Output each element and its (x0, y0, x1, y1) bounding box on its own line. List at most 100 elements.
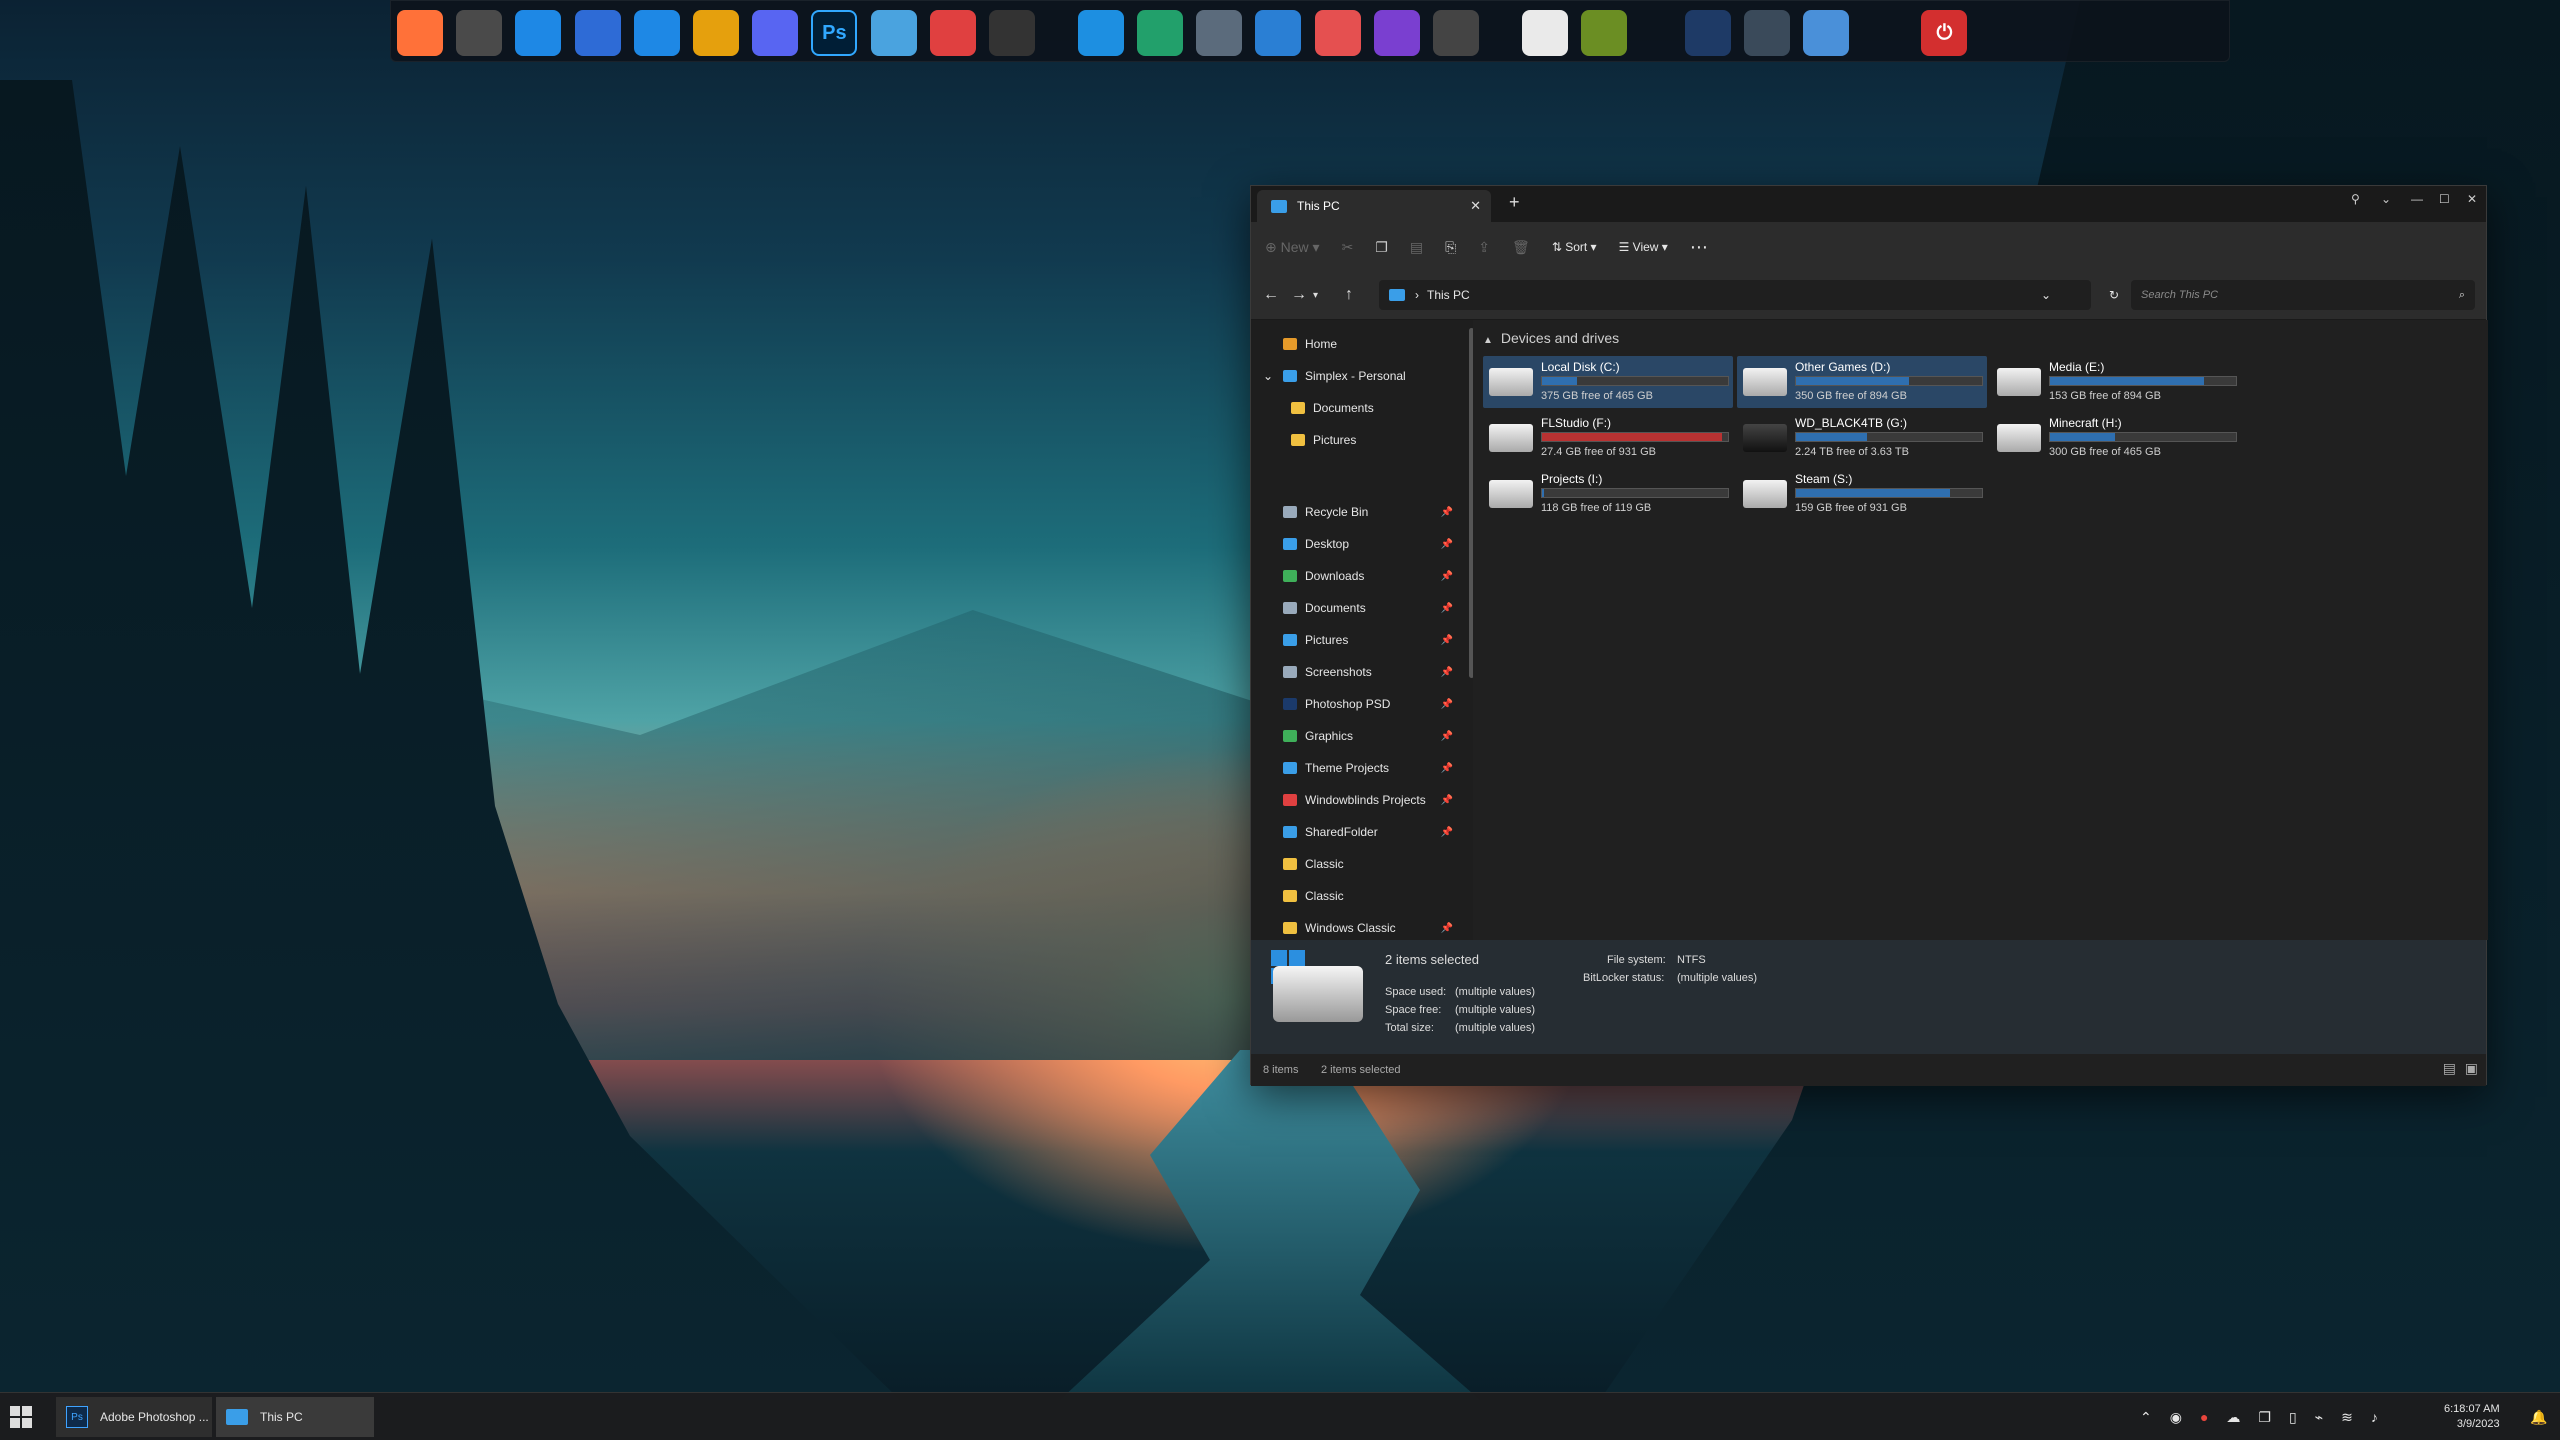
sidebar-item[interactable]: Documents 📌 (1251, 592, 1461, 624)
device-icon[interactable]: ▯ (2289, 1409, 2297, 1426)
photoshop-icon[interactable]: Ps (811, 10, 858, 56)
camera-icon[interactable] (1433, 10, 1479, 56)
search-icon[interactable]: ⌕ (2459, 289, 2465, 302)
onedrive-icon[interactable]: ☁ (2226, 1409, 2240, 1426)
sidebar-item[interactable]: Downloads 📌 (1251, 560, 1461, 592)
cut-icon[interactable]: ✂ (1342, 239, 1354, 256)
sidebar-item[interactable]: SharedFolder 📌 (1251, 816, 1461, 848)
gamebar-icon[interactable] (929, 10, 976, 56)
pin-icon[interactable]: 📌 (1441, 923, 1453, 934)
sublime-icon[interactable] (456, 10, 503, 56)
pin-icon[interactable]: ⚲ (2351, 192, 2360, 206)
pin-icon[interactable]: 📌 (1441, 731, 1453, 742)
firefox-icon[interactable] (397, 10, 443, 56)
pin-icon[interactable]: 📌 (1441, 667, 1453, 678)
chevron-up-icon[interactable]: ⌃ (2140, 1409, 2152, 1426)
power-icon[interactable]: ⏻ (1921, 10, 1968, 56)
pictures-icon[interactable] (1255, 10, 1302, 56)
sidebar-item[interactable]: Classic (1251, 880, 1461, 912)
address-bar[interactable]: › This PC ⌄ ↻ (1379, 280, 2119, 310)
drive-tile[interactable]: Minecraft (H:) 300 GB free of 465 GB (1991, 412, 2241, 464)
paste-icon[interactable]: ▤ (1410, 239, 1423, 256)
maximize-button[interactable]: ☐ (2439, 192, 2450, 206)
drive-tile[interactable]: Local Disk (C:) 375 GB free of 465 GB (1483, 356, 1733, 408)
chrome-tray-icon[interactable]: ● (2200, 1409, 2208, 1425)
recent-dropdown-icon[interactable]: ▾ (1313, 290, 1318, 301)
sidebar-item[interactable]: Windowblinds Projects 📌 (1251, 784, 1461, 816)
drive-tile[interactable]: Projects (I:) 118 GB free of 119 GB (1483, 468, 1733, 520)
usb-icon[interactable]: ⌁ (2315, 1409, 2323, 1426)
settings-icon[interactable] (1743, 10, 1790, 56)
drive-tile[interactable]: Media (E:) 153 GB free of 894 GB (1991, 356, 2241, 408)
tiles-view-icon[interactable]: ▣ (2465, 1060, 2478, 1077)
breadcrumb-this-pc[interactable]: This PC (1427, 288, 1470, 302)
sidebar-item[interactable]: Recycle Bin 📌 (1251, 496, 1461, 528)
new-tab-button[interactable]: + (1509, 192, 1520, 213)
controller-icon[interactable] (989, 10, 1035, 56)
mail-icon[interactable] (633, 10, 680, 56)
sidebar-item[interactable]: Theme Projects 📌 (1251, 752, 1461, 784)
share-icon[interactable]: ⇪ (1478, 239, 1490, 256)
sidebar-item[interactable]: Pictures 📌 (1251, 624, 1461, 656)
drive-icon[interactable] (1521, 10, 1568, 56)
minecraft-icon[interactable] (1581, 10, 1627, 56)
media-player-icon[interactable] (1684, 10, 1731, 56)
copy-icon[interactable]: ❐ (1375, 239, 1388, 256)
headphones-icon[interactable] (515, 10, 562, 56)
discord-icon[interactable] (752, 10, 799, 56)
collapse-icon[interactable]: ▲ (1483, 335, 1493, 346)
sidebar-item[interactable]: Classic (1251, 848, 1461, 880)
sidebar-item[interactable]: Home (1251, 328, 1461, 360)
sidebar-item[interactable]: Pictures (1251, 424, 1461, 456)
pin-icon[interactable]: 📌 (1441, 795, 1453, 806)
discord-tray-icon[interactable]: ◉ (2170, 1409, 2182, 1426)
tab-this-pc[interactable]: This PC ✕ (1257, 190, 1491, 222)
clock[interactable]: 6:18:07 AM 3/9/2023 (2444, 1397, 2500, 1437)
sidebar-item[interactable]: Documents (1251, 392, 1461, 424)
folder-icon[interactable] (1077, 10, 1124, 56)
sidebar-item[interactable]: Windows Classic 📌 (1251, 912, 1461, 940)
details-view-icon[interactable]: ▤ (2443, 1060, 2456, 1077)
address-dropdown-icon[interactable]: ⌄ (2041, 288, 2051, 302)
videos-icon[interactable] (1373, 10, 1420, 56)
taskbar-this-pc[interactable]: This PC (216, 1397, 374, 1437)
pin-icon[interactable]: 📌 (1441, 539, 1453, 550)
chevron-down-icon[interactable]: ⌄ (2381, 192, 2391, 206)
drive-tile[interactable]: Steam (S:) 159 GB free of 931 GB (1737, 468, 1987, 520)
monitor-icon[interactable] (870, 10, 917, 56)
downloads-icon[interactable] (1137, 10, 1183, 56)
drive-tile[interactable]: Other Games (D:) 350 GB free of 894 GB (1737, 356, 1987, 408)
close-tab-button[interactable]: ✕ (1470, 198, 1481, 214)
documents-icon[interactable] (1196, 10, 1243, 56)
recycle-bin-icon[interactable] (1803, 10, 1849, 56)
pin-icon[interactable]: 📌 (1441, 699, 1453, 710)
pin-icon[interactable]: 📌 (1441, 827, 1453, 838)
drive-tile[interactable]: FLStudio (F:) 27.4 GB free of 931 GB (1483, 412, 1733, 464)
close-button[interactable]: ✕ (2467, 192, 2477, 206)
notification-bell-icon[interactable]: 🔔 (2530, 1397, 2547, 1437)
minimize-button[interactable]: — (2411, 192, 2423, 206)
group-header[interactable]: ▲ Devices and drives (1483, 330, 1619, 346)
volume-icon[interactable]: ♪ (2371, 1409, 2378, 1425)
up-icon[interactable]: ↑ (1345, 286, 1353, 304)
sidebar-item[interactable]: Simplex - Personal ⌄ (1251, 360, 1461, 392)
photos-icon[interactable] (574, 10, 621, 56)
back-icon[interactable]: ← (1263, 286, 1279, 304)
pin-icon[interactable]: 📌 (1441, 763, 1453, 774)
pin-icon[interactable]: 📌 (1441, 635, 1453, 646)
drive-tile[interactable]: WD_BLACK4TB (G:) 2.24 TB free of 3.63 TB (1737, 412, 1987, 464)
pin-icon[interactable]: 📌 (1441, 603, 1453, 614)
view-button[interactable]: ☰ View ▾ (1619, 240, 1668, 254)
copy-tray-icon[interactable]: ❐ (2258, 1409, 2271, 1426)
taskbar-photoshop[interactable]: Ps Adobe Photoshop ... (56, 1397, 212, 1437)
more-button[interactable]: ⋯ (1690, 237, 1708, 258)
pin-icon[interactable]: 📌 (1441, 507, 1453, 518)
delete-icon[interactable]: 🗑 (1512, 239, 1530, 256)
new-button[interactable]: ⊕ New ▾ (1265, 239, 1320, 256)
sidebar-item[interactable]: Desktop 📌 (1251, 528, 1461, 560)
rename-icon[interactable]: ⎘ (1445, 239, 1456, 256)
sidebar-item[interactable]: Graphics 📌 (1251, 720, 1461, 752)
expand-icon[interactable]: ⌄ (1263, 369, 1273, 383)
forward-icon[interactable]: → (1291, 286, 1307, 304)
sort-button[interactable]: ⇅ Sort ▾ (1552, 240, 1597, 254)
